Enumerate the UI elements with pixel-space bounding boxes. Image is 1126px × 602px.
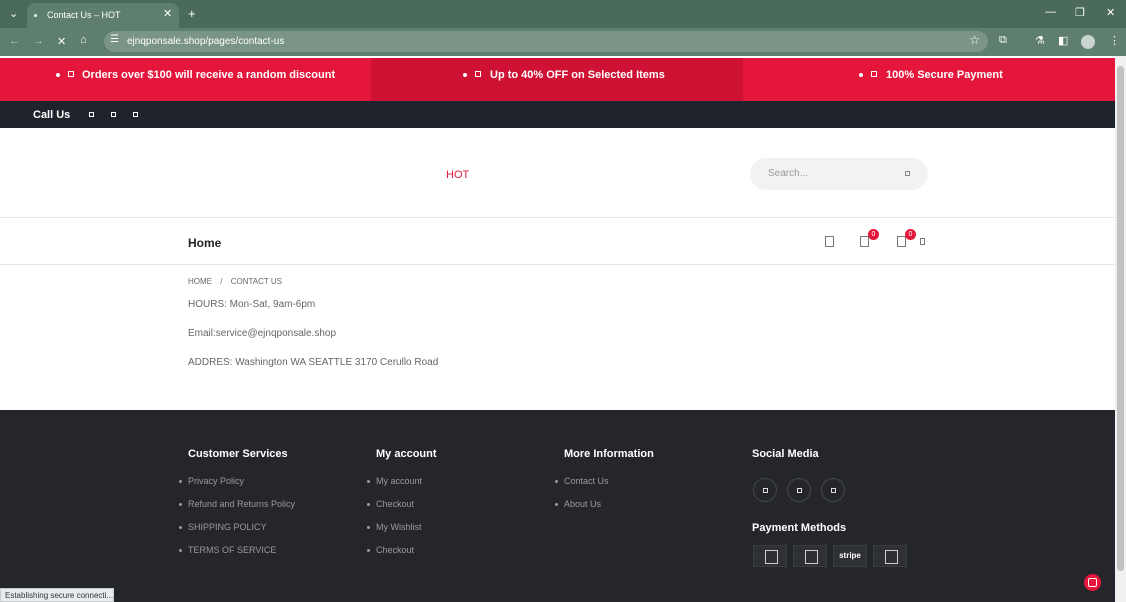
menu-kebab-icon[interactable]: ⋮ bbox=[1109, 34, 1120, 47]
footer-heading: More Information bbox=[564, 448, 654, 460]
cart-caret-icon[interactable] bbox=[920, 238, 925, 245]
address-bar[interactable]: ☰ ejnqponsale.shop/pages/contact-us ☆ bbox=[104, 31, 988, 52]
search-input[interactable]: Search... bbox=[750, 158, 928, 190]
restore-icon[interactable]: ❐ bbox=[1075, 6, 1085, 19]
social-twitter-icon[interactable] bbox=[787, 478, 811, 502]
footer-link-about[interactable]: About Us bbox=[555, 499, 601, 509]
bookmark-star-icon[interactable]: ☆ bbox=[969, 33, 980, 47]
instagram-icon[interactable] bbox=[133, 112, 138, 117]
promo-bar: Orders over $100 will receive a random d… bbox=[0, 58, 1115, 101]
profile-avatar[interactable] bbox=[1081, 35, 1095, 49]
bullet bbox=[56, 73, 60, 77]
stop-loading-icon[interactable]: ✕ bbox=[57, 35, 66, 48]
footer-link-my-account[interactable]: My account bbox=[367, 476, 422, 486]
cart-badge: 0 bbox=[905, 229, 916, 240]
tag-icon bbox=[475, 71, 481, 77]
site-info-icon[interactable]: ☰ bbox=[110, 34, 119, 45]
url-text: ejnqponsale.shop/pages/contact-us bbox=[127, 36, 285, 47]
contact-address: ADDRES: Washington WA SEATTLE 3170 Cerul… bbox=[188, 357, 439, 368]
window-close-icon[interactable]: ✕ bbox=[1106, 6, 1115, 19]
divider bbox=[0, 217, 1115, 218]
lock-icon bbox=[871, 71, 877, 77]
wishlist-badge: 0 bbox=[868, 229, 879, 240]
back-icon[interactable]: ← bbox=[9, 35, 20, 47]
bullet bbox=[859, 73, 863, 77]
extensions-icon[interactable]: ⧉ bbox=[999, 34, 1007, 47]
breadcrumb-current: CONTACT US bbox=[230, 277, 282, 286]
page-content: Orders over $100 will receive a random d… bbox=[0, 56, 1115, 602]
paypal-icon bbox=[873, 545, 907, 567]
footer-heading: Social Media bbox=[752, 448, 819, 460]
mastercard-icon bbox=[793, 545, 827, 567]
search-icon[interactable] bbox=[905, 171, 910, 176]
call-us-label[interactable]: Call Us bbox=[33, 109, 70, 121]
footer-heading: My account bbox=[376, 448, 437, 460]
footer-link-checkout-2[interactable]: Checkout bbox=[367, 545, 414, 555]
breadcrumb-home[interactable]: HOME bbox=[188, 277, 212, 286]
footer-link-checkout[interactable]: Checkout bbox=[367, 499, 414, 509]
footer-heading: Payment Methods bbox=[752, 522, 847, 534]
footer-link-wishlist[interactable]: My Wishlist bbox=[367, 522, 422, 532]
cart-icon[interactable] bbox=[897, 236, 906, 247]
promo-item-sale: Up to 40% OFF on Selected Items bbox=[371, 58, 743, 101]
top-bar: Call Us bbox=[0, 101, 1115, 128]
footer-link-privacy[interactable]: Privacy Policy bbox=[179, 476, 244, 486]
account-icon[interactable] bbox=[825, 236, 834, 247]
status-bubble: Establishing secure connecti... bbox=[0, 588, 114, 602]
promo-text: Up to 40% OFF on Selected Items bbox=[490, 69, 665, 81]
footer-link-shipping[interactable]: SHIPPING POLICY bbox=[179, 522, 267, 532]
tab-favicon-icon bbox=[34, 14, 37, 17]
side-panel-icon[interactable]: ◧ bbox=[1058, 34, 1068, 47]
tab-close-icon[interactable]: ✕ bbox=[163, 7, 172, 20]
contact-hours: HOURS: Mon-Sat, 9am-6pm bbox=[188, 299, 316, 310]
browser-tab[interactable]: Contact Us – HOT ✕ bbox=[27, 3, 179, 28]
contact-email: Email:service@ejnqponsale.shop bbox=[188, 328, 337, 339]
social-facebook-icon[interactable] bbox=[753, 478, 777, 502]
search-placeholder: Search... bbox=[768, 168, 809, 179]
wishlist-icon[interactable] bbox=[860, 236, 869, 247]
new-tab-icon[interactable]: + bbox=[188, 6, 196, 21]
breadcrumb: HOME / CONTACT US bbox=[188, 277, 282, 286]
divider bbox=[0, 264, 1115, 265]
breadcrumb-separator: / bbox=[220, 277, 223, 286]
social-instagram-icon[interactable] bbox=[821, 478, 845, 502]
browser-tab-bar: ⌄ Contact Us – HOT ✕ + — ❐ ✕ bbox=[0, 0, 1126, 28]
chat-widget-icon[interactable] bbox=[1084, 574, 1101, 591]
scrollbar-thumb[interactable] bbox=[1117, 66, 1124, 571]
nav-home[interactable]: Home bbox=[188, 236, 221, 250]
logo[interactable]: HOT bbox=[446, 169, 469, 181]
labs-icon[interactable]: ⚗ bbox=[1035, 34, 1045, 47]
facebook-icon[interactable] bbox=[89, 112, 94, 117]
promo-text: 100% Secure Payment bbox=[886, 69, 1003, 81]
browser-toolbar: ← → ✕ ⌂ ☰ ejnqponsale.shop/pages/contact… bbox=[0, 28, 1126, 56]
footer-link-terms[interactable]: TERMS OF SERVICE bbox=[179, 545, 276, 555]
minimize-icon[interactable]: — bbox=[1045, 6, 1056, 18]
promo-text: Orders over $100 will receive a random d… bbox=[82, 69, 336, 81]
footer-link-refund[interactable]: Refund and Returns Policy bbox=[179, 499, 295, 509]
twitter-icon[interactable] bbox=[111, 112, 116, 117]
footer: Customer Services Privacy Policy Refund … bbox=[0, 410, 1115, 602]
promo-item-discount: Orders over $100 will receive a random d… bbox=[0, 58, 371, 101]
promo-item-secure: 100% Secure Payment bbox=[743, 58, 1115, 101]
visa-icon bbox=[753, 545, 787, 567]
stripe-logo: stripe bbox=[833, 545, 867, 567]
tab-list-chevron-icon[interactable]: ⌄ bbox=[9, 7, 18, 20]
forward-icon[interactable]: → bbox=[33, 35, 44, 47]
footer-heading: Customer Services bbox=[188, 448, 288, 460]
footer-link-contact[interactable]: Contact Us bbox=[555, 476, 609, 486]
tab-title: Contact Us – HOT bbox=[47, 10, 121, 20]
gift-icon bbox=[68, 71, 74, 77]
home-icon[interactable]: ⌂ bbox=[80, 34, 87, 46]
scrollbar[interactable] bbox=[1115, 56, 1126, 602]
bullet bbox=[463, 73, 467, 77]
